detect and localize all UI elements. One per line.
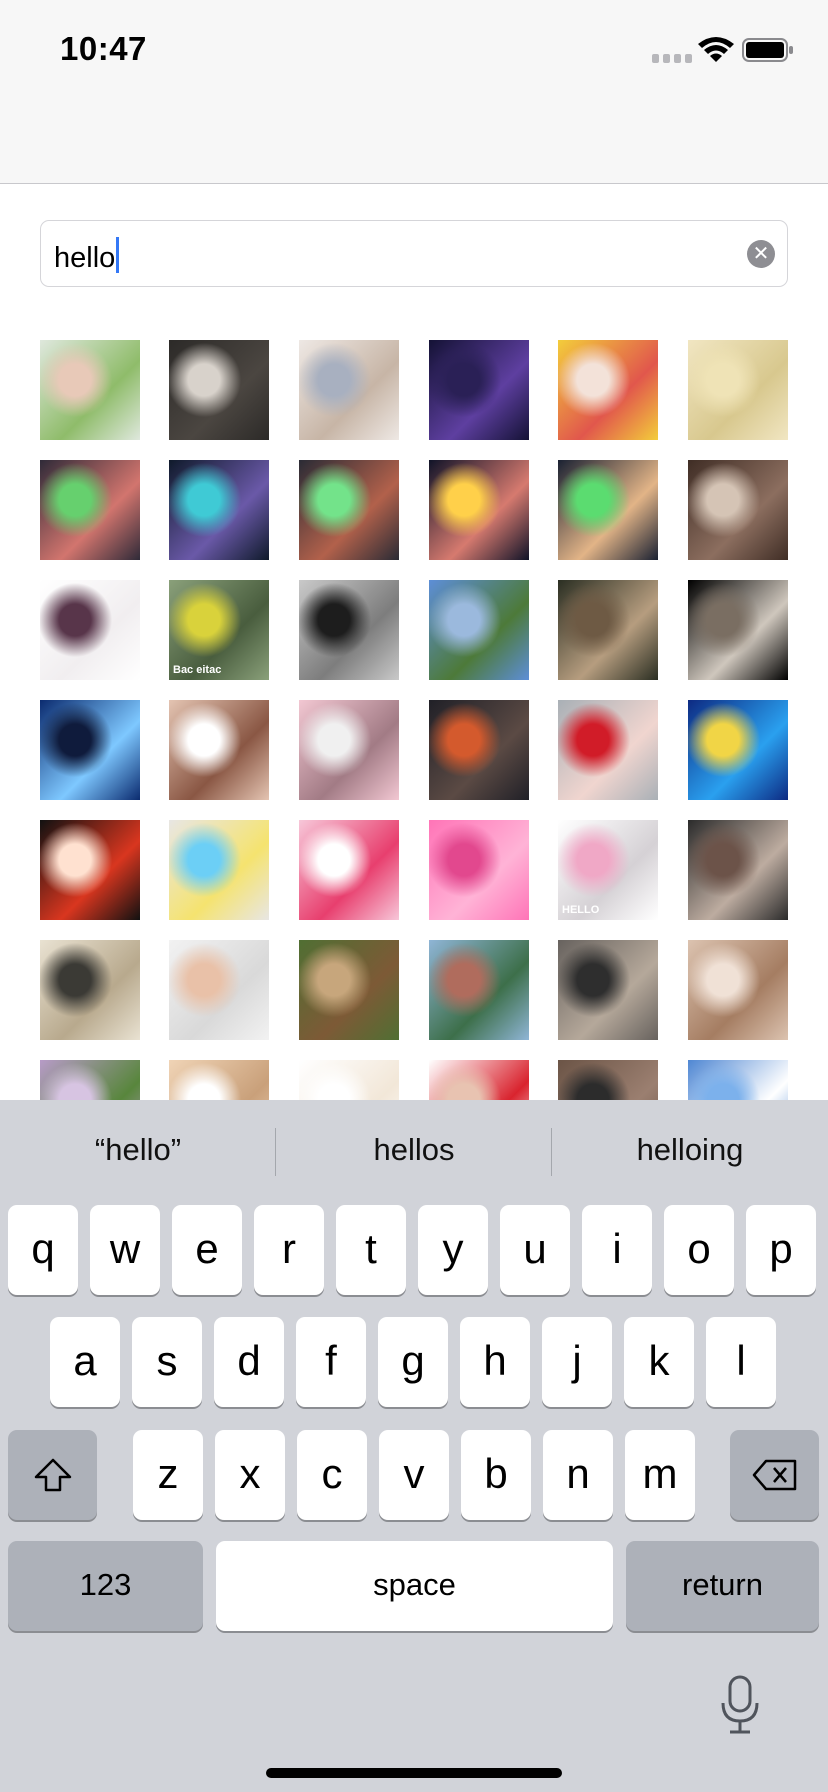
key-v[interactable]: v — [379, 1430, 449, 1520]
image-thumbnail[interactable] — [688, 820, 788, 920]
search-input[interactable]: hello ✕ — [40, 220, 788, 287]
numbers-key[interactable]: 123 — [8, 1541, 203, 1631]
battery-icon — [742, 38, 793, 62]
key-x[interactable]: x — [215, 1430, 285, 1520]
image-thumbnail[interactable] — [429, 460, 529, 560]
image-thumbnail[interactable] — [299, 580, 399, 680]
key-a[interactable]: a — [50, 1317, 120, 1407]
suggestion-1[interactable]: “hello” — [0, 1100, 276, 1200]
key-m[interactable]: m — [625, 1430, 695, 1520]
key-y[interactable]: y — [418, 1205, 488, 1295]
image-thumbnail[interactable] — [40, 340, 140, 440]
key-c[interactable]: c — [297, 1430, 367, 1520]
key-t[interactable]: t — [336, 1205, 406, 1295]
cellular-signal-icon — [652, 54, 692, 63]
image-thumbnail[interactable] — [169, 460, 269, 560]
image-thumbnail[interactable] — [558, 1060, 658, 1100]
image-thumbnail[interactable] — [558, 700, 658, 800]
key-h[interactable]: h — [460, 1317, 530, 1407]
key-g[interactable]: g — [378, 1317, 448, 1407]
key-u[interactable]: u — [500, 1205, 570, 1295]
image-thumbnail[interactable] — [299, 1060, 399, 1100]
image-thumbnail[interactable] — [429, 700, 529, 800]
key-d[interactable]: d — [214, 1317, 284, 1407]
suggestion-bar: “hello” hellos helloing — [0, 1100, 828, 1200]
image-overlay-text: HELLO — [562, 904, 600, 916]
status-bar: 10:47 — [0, 0, 828, 184]
image-thumbnail[interactable] — [688, 340, 788, 440]
image-thumbnail[interactable] — [429, 820, 529, 920]
image-thumbnail[interactable] — [169, 940, 269, 1040]
image-thumbnail[interactable] — [299, 340, 399, 440]
key-n[interactable]: n — [543, 1430, 613, 1520]
image-thumbnail[interactable] — [299, 820, 399, 920]
key-l[interactable]: l — [706, 1317, 776, 1407]
image-thumbnail[interactable] — [558, 580, 658, 680]
image-thumbnail[interactable] — [169, 820, 269, 920]
key-r[interactable]: r — [254, 1205, 324, 1295]
image-thumbnail[interactable]: HELLO — [558, 820, 658, 920]
image-thumbnail[interactable] — [558, 340, 658, 440]
image-thumbnail[interactable] — [429, 340, 529, 440]
key-e[interactable]: e — [172, 1205, 242, 1295]
space-key[interactable]: space — [216, 1541, 613, 1631]
image-thumbnail[interactable] — [169, 1060, 269, 1100]
clear-search-button[interactable]: ✕ — [747, 240, 775, 268]
close-icon: ✕ — [752, 243, 770, 265]
suggestion-3[interactable]: helloing — [552, 1100, 828, 1200]
image-thumbnail[interactable] — [558, 460, 658, 560]
image-thumbnail[interactable] — [169, 340, 269, 440]
shift-key[interactable] — [8, 1430, 97, 1520]
image-thumbnail[interactable]: Bac eitac — [169, 580, 269, 680]
image-thumbnail[interactable] — [169, 700, 269, 800]
image-thumbnail[interactable] — [40, 580, 140, 680]
search-input-value: hello — [54, 242, 116, 274]
image-thumbnail[interactable]: OFFER — [429, 1060, 529, 1100]
delete-icon — [752, 1459, 796, 1491]
image-thumbnail[interactable] — [688, 580, 788, 680]
image-overlay-text: Bac eitac — [173, 664, 222, 676]
key-f[interactable]: f — [296, 1317, 366, 1407]
image-thumbnail[interactable] — [299, 940, 399, 1040]
image-thumbnail[interactable] — [429, 940, 529, 1040]
image-thumbnail[interactable] — [40, 460, 140, 560]
status-time: 10:47 — [60, 30, 147, 67]
key-j[interactable]: j — [542, 1317, 612, 1407]
shift-icon — [34, 1458, 71, 1492]
image-thumbnail[interactable] — [688, 1060, 788, 1100]
key-z[interactable]: z — [133, 1430, 203, 1520]
image-thumbnail[interactable] — [299, 460, 399, 560]
image-thumbnail[interactable] — [688, 700, 788, 800]
delete-key[interactable] — [730, 1430, 819, 1520]
wifi-icon — [698, 37, 734, 62]
key-k[interactable]: k — [624, 1317, 694, 1407]
image-thumbnail[interactable] — [40, 820, 140, 920]
key-q[interactable]: q — [8, 1205, 78, 1295]
image-thumbnail[interactable] — [688, 460, 788, 560]
key-o[interactable]: o — [664, 1205, 734, 1295]
image-thumbnail[interactable] — [40, 700, 140, 800]
keyboard: “hello” hellos helloing qwertyuiopasdfgh… — [0, 1100, 828, 1792]
return-key[interactable]: return — [626, 1541, 819, 1631]
image-thumbnail[interactable] — [688, 940, 788, 1040]
image-thumbnail[interactable] — [299, 700, 399, 800]
image-thumbnail[interactable] — [40, 940, 140, 1040]
key-s[interactable]: s — [132, 1317, 202, 1407]
suggestion-2[interactable]: hellos — [276, 1100, 552, 1200]
microphone-icon[interactable] — [718, 1675, 762, 1735]
image-thumbnail[interactable] — [429, 580, 529, 680]
key-w[interactable]: w — [90, 1205, 160, 1295]
image-thumbnail[interactable] — [40, 1060, 140, 1100]
key-i[interactable]: i — [582, 1205, 652, 1295]
key-p[interactable]: p — [746, 1205, 816, 1295]
key-b[interactable]: b — [461, 1430, 531, 1520]
image-thumbnail[interactable] — [558, 940, 658, 1040]
image-grid: Bac eitac HELLO OFFER — [0, 300, 828, 1100]
home-indicator[interactable] — [266, 1768, 562, 1778]
text-cursor — [116, 237, 120, 273]
